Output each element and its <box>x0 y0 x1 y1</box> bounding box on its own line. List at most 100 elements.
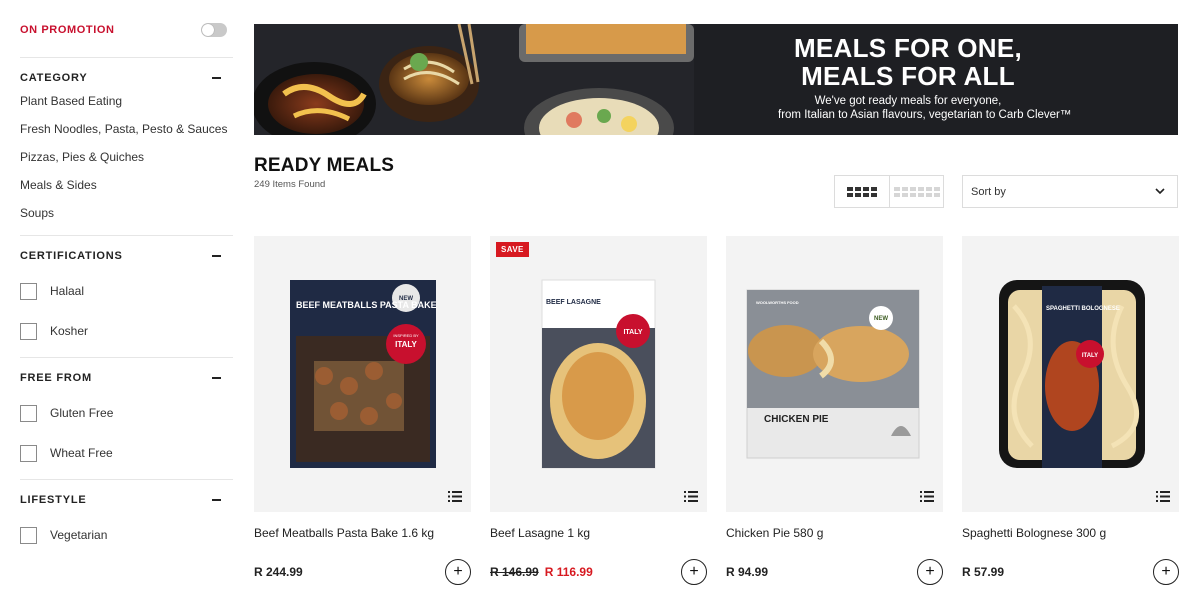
items-found-count: 249 Items Found <box>254 179 326 190</box>
view-toggle <box>834 175 944 208</box>
category-item[interactable]: Fresh Noodles, Pasta, Pesto & Sauces <box>20 113 233 141</box>
lifestyle-list: Vegetarian <box>20 515 233 555</box>
product-card[interactable]: NEW CHICKEN PIE WOOLWORTHS FOOD Chicken … <box>726 236 943 585</box>
lifestyle-header[interactable]: LIFESTYLE <box>20 492 233 508</box>
category-list: Plant Based Eating Fresh Noodles, Pasta,… <box>20 89 233 225</box>
plus-icon: + <box>453 563 463 580</box>
promotion-label: ON PROMOTION <box>20 24 115 36</box>
grid-6-view-button[interactable] <box>889 176 943 207</box>
banner-subtitle-2: from Italian to Asian flavours, vegetari… <box>778 109 1072 121</box>
minus-icon[interactable] <box>212 377 221 379</box>
add-to-cart-button[interactable]: + <box>1153 559 1179 585</box>
pack-title: BEEF MEATBALLS PASTA BAKE <box>296 300 437 310</box>
add-to-cart-button[interactable]: + <box>445 559 471 585</box>
sort-label: Sort by <box>971 185 1006 198</box>
add-to-cart-button[interactable]: + <box>917 559 943 585</box>
product-image[interactable]: SAVE ITALY BEEF LASAGNE <box>490 236 707 512</box>
save-badge: SAVE <box>496 242 529 257</box>
free-from-header[interactable]: FREE FROM <box>20 370 233 386</box>
banner-subtitle-1: We've got ready meals for everyone, <box>814 95 1002 107</box>
product-card[interactable]: SAVE ITALY BEEF LASAGNE Beef Lasagne 1 k… <box>490 236 707 585</box>
list-icon[interactable] <box>1156 491 1170 502</box>
promo-banner[interactable]: MEALS FOR ONE, MEALS FOR ALL We've got r… <box>254 24 1178 135</box>
price-row: R 94.99 + <box>726 559 943 585</box>
pack-italy-label: ITALY <box>1082 353 1098 359</box>
prices: R 57.99 <box>962 565 1004 579</box>
category-item[interactable]: Plant Based Eating <box>20 89 233 113</box>
category-item[interactable]: Pizzas, Pies & Quiches <box>20 141 233 169</box>
product-image[interactable]: ITALY SPAGHETTI BOLOGNESE <box>962 236 1179 512</box>
minus-icon[interactable] <box>212 499 221 501</box>
certifications-header[interactable]: CERTIFICATIONS <box>20 248 233 264</box>
prices: R 146.99 R 116.99 <box>490 565 593 579</box>
filter-sidebar: ON PROMOTION CATEGORY Plant Based Eating… <box>20 18 233 555</box>
checkbox[interactable] <box>20 444 37 462</box>
pack-inspired-label: INSPIRED BY <box>393 333 419 338</box>
category-header[interactable]: CATEGORY <box>20 70 233 86</box>
product-image[interactable]: ITALY INSPIRED BY NEW BEEF MEATBALLS PAS… <box>254 236 471 512</box>
checkbox-label: Vegetarian <box>50 528 108 542</box>
price-row: R 146.99 R 116.99 + <box>490 559 707 585</box>
product-name[interactable]: Chicken Pie 580 g <box>726 526 943 542</box>
checkbox-row-halaal[interactable]: Halaal <box>20 271 233 311</box>
product-price: R 94.99 <box>726 565 769 579</box>
certifications-title: CERTIFICATIONS <box>20 250 123 262</box>
checkbox-label: Wheat Free <box>50 446 113 460</box>
price-row: R 244.99 + <box>254 559 471 585</box>
minus-icon[interactable] <box>212 255 221 257</box>
product-name[interactable]: Spaghetti Bolognese 300 g <box>962 526 1179 542</box>
list-icon[interactable] <box>448 491 462 502</box>
product-price: R 244.99 <box>254 565 303 579</box>
pack-brand: WOOLWORTHS FOOD <box>756 300 799 305</box>
plus-icon: + <box>1161 563 1171 580</box>
list-icon[interactable] <box>920 491 934 502</box>
grid-4-icon <box>847 186 877 197</box>
checkbox-label: Halaal <box>50 284 85 298</box>
banner-headline-2: MEALS FOR ALL <box>801 61 1015 91</box>
product-name[interactable]: Beef Meatballs Pasta Bake 1.6 kg <box>254 526 471 542</box>
list-icon[interactable] <box>684 491 698 502</box>
chevron-down-icon <box>1155 188 1165 195</box>
minus-icon[interactable] <box>212 77 221 79</box>
checkbox-row-gluten-free[interactable]: Gluten Free <box>20 393 233 433</box>
product-sale-price: R 116.99 <box>544 565 593 579</box>
checkbox-row-kosher[interactable]: Kosher <box>20 311 233 351</box>
add-to-cart-button[interactable]: + <box>681 559 707 585</box>
banner-headline-1: MEALS FOR ONE, <box>793 33 1023 63</box>
page-title: READY MEALS <box>254 155 395 176</box>
product-price: R 57.99 <box>962 565 1005 579</box>
grid-4-view-button[interactable] <box>835 176 889 207</box>
prices: R 244.99 <box>254 565 303 579</box>
product-name[interactable]: Beef Lasagne 1 kg <box>490 526 707 542</box>
free-from-list: Gluten Free Wheat Free <box>20 393 233 473</box>
pack-title: SPAGHETTI BOLOGNESE <box>1046 306 1120 312</box>
chicken-pie-pack-image: NEW CHICKEN PIE WOOLWORTHS FOOD <box>746 289 920 459</box>
product-card[interactable]: ITALY INSPIRED BY NEW BEEF MEATBALLS PAS… <box>254 236 471 585</box>
pack-title: BEEF LASAGNE <box>546 299 601 306</box>
sort-dropdown[interactable]: Sort by <box>962 175 1178 208</box>
checkbox-row-wheat-free[interactable]: Wheat Free <box>20 433 233 473</box>
checkbox[interactable] <box>20 526 37 544</box>
pack-title: CHICKEN PIE <box>764 414 829 425</box>
promotion-filter[interactable]: ON PROMOTION <box>20 18 233 42</box>
checkbox-label: Gluten Free <box>50 406 114 420</box>
checkbox[interactable] <box>20 404 37 422</box>
meatballs-pack-image: ITALY INSPIRED BY NEW BEEF MEATBALLS PAS… <box>290 280 437 468</box>
category-item[interactable]: Soups <box>20 197 233 225</box>
checkbox[interactable] <box>20 322 37 340</box>
certifications-list: Halaal Kosher <box>20 271 233 351</box>
lifestyle-title: LIFESTYLE <box>20 494 87 506</box>
category-item[interactable]: Meals & Sides <box>20 169 233 197</box>
checkbox-row-vegetarian[interactable]: Vegetarian <box>20 515 233 555</box>
divider <box>20 479 233 480</box>
pack-italy-label: ITALY <box>623 329 642 336</box>
category-title: CATEGORY <box>20 72 88 84</box>
checkbox[interactable] <box>20 282 37 300</box>
product-image[interactable]: NEW CHICKEN PIE WOOLWORTHS FOOD <box>726 236 943 512</box>
lasagne-pack-image: ITALY BEEF LASAGNE <box>541 279 656 469</box>
promotion-toggle-icon[interactable] <box>201 23 227 37</box>
divider <box>20 357 233 358</box>
product-card[interactable]: ITALY SPAGHETTI BOLOGNESE Spaghetti Bolo… <box>962 236 1179 585</box>
banner-food-image <box>254 24 694 135</box>
checkbox-label: Kosher <box>50 324 89 338</box>
